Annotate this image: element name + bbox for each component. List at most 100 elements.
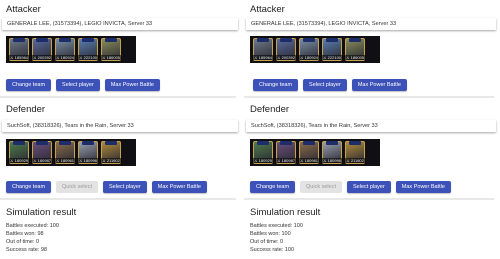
hero-level-badge xyxy=(326,141,338,145)
hero-level-badge xyxy=(36,141,48,145)
hero-power: ⚔ 180996 xyxy=(321,158,343,163)
attacker-team-strip: ⚔ 185964 ⚔ 200392 ⚔ 180924 ⚔ 222100 ⚔ 18… xyxy=(250,36,380,63)
attacker-button-row: Change team Select player Max Power Batt… xyxy=(253,79,407,91)
hero-level-badge xyxy=(257,141,269,145)
attacker-hero-1[interactable]: ⚔ 185964 xyxy=(8,38,30,61)
hero-power: ⚔ 180987 xyxy=(275,158,297,163)
defender-hero-2[interactable]: ⚔ 180987 xyxy=(275,141,297,164)
hero-power: ⚔ 222100 xyxy=(77,55,99,60)
change-team-button[interactable]: Change team xyxy=(253,79,299,91)
hero-level-badge xyxy=(105,141,117,145)
defender-button-row: Change team Quick select Select player M… xyxy=(6,181,207,193)
hero-level-badge xyxy=(13,38,25,42)
attacker-hero-3[interactable]: ⚔ 180924 xyxy=(298,38,320,61)
hero-level-badge xyxy=(303,38,315,42)
max-power-battle-button[interactable]: Max Power Battle xyxy=(151,181,207,193)
hero-level-badge xyxy=(326,38,338,42)
hero-power: ⚔ 222100 xyxy=(321,55,343,60)
defender-hero-2[interactable]: ⚔ 180987 xyxy=(31,141,53,164)
attacker-hero-2[interactable]: ⚔ 200392 xyxy=(31,38,53,61)
out-of-time: Out of time: 0 xyxy=(250,239,284,245)
attacker-title: Attacker xyxy=(6,4,41,15)
defender-title: Defender xyxy=(6,104,46,115)
battles-won: Battles won: 100 xyxy=(250,231,291,237)
select-player-button[interactable]: Select player xyxy=(347,181,391,193)
defender-team-strip: ⚔ 180929 ⚔ 180987 ⚔ 180961 ⚔ 180996 ⚔ 21… xyxy=(6,139,136,166)
hero-power: ⚔ 185964 xyxy=(8,55,30,60)
battles-won: Battles won: 98 xyxy=(6,231,44,237)
hero-level-badge xyxy=(82,38,94,42)
hero-power: ⚔ 186005 xyxy=(344,55,366,60)
attacker-hero-2[interactable]: ⚔ 200392 xyxy=(275,38,297,61)
attacker-info-bar: GENERALE LEE, (31573394), LEGIO INVICTA,… xyxy=(2,18,238,30)
hero-power: ⚔ 200392 xyxy=(31,55,53,60)
defender-hero-3[interactable]: ⚔ 180961 xyxy=(54,141,76,164)
attacker-team-strip: ⚔ 185964 ⚔ 200392 ⚔ 180924 ⚔ 222100 ⚔ 18… xyxy=(6,36,136,63)
defender-hero-1[interactable]: ⚔ 180929 xyxy=(8,141,30,164)
hero-power: ⚔ 180961 xyxy=(298,158,320,163)
defender-hero-4[interactable]: ⚔ 180996 xyxy=(77,141,99,164)
hero-power: ⚔ 180961 xyxy=(54,158,76,163)
section-divider xyxy=(244,96,494,98)
out-of-time: Out of time: 0 xyxy=(6,239,40,245)
hero-power: ⚔ 180929 xyxy=(252,158,274,163)
defender-hero-5[interactable]: ⚔ 211602 xyxy=(344,141,366,164)
defender-info-bar: SuchSoft, (38318326), Tears in the Rain,… xyxy=(246,120,496,132)
defender-button-row: Change team Quick select Select player M… xyxy=(250,181,451,193)
simulation-panel-right: Attacker GENERALE LEE, (31573394), LEGIO… xyxy=(244,0,500,259)
success-rate: Success rate: 98 xyxy=(6,247,47,253)
attacker-hero-4[interactable]: ⚔ 222100 xyxy=(77,38,99,61)
hero-level-badge xyxy=(105,38,117,42)
hero-level-badge xyxy=(280,38,292,42)
success-rate: Success rate: 100 xyxy=(250,247,295,253)
hero-level-badge xyxy=(349,38,361,42)
hero-power: ⚔ 186005 xyxy=(100,55,122,60)
hero-power: ⚔ 180996 xyxy=(77,158,99,163)
max-power-battle-button[interactable]: Max Power Battle xyxy=(395,181,451,193)
hero-power: ⚔ 180987 xyxy=(31,158,53,163)
hero-level-badge xyxy=(280,141,292,145)
attacker-hero-5[interactable]: ⚔ 186005 xyxy=(344,38,366,61)
quick-select-button[interactable]: Quick select xyxy=(56,181,98,193)
defender-title: Defender xyxy=(250,104,290,115)
max-power-battle-button[interactable]: Max Power Battle xyxy=(104,79,160,91)
select-player-button[interactable]: Select player xyxy=(56,79,100,91)
defender-hero-3[interactable]: ⚔ 180961 xyxy=(298,141,320,164)
battles-executed: Battles executed: 100 xyxy=(250,223,303,229)
simulation-result-title: Simulation result xyxy=(6,207,77,218)
hero-power: ⚔ 185964 xyxy=(252,55,274,60)
section-divider xyxy=(244,198,494,200)
battles-executed: Battles executed: 100 xyxy=(6,223,59,229)
select-player-button[interactable]: Select player xyxy=(103,181,147,193)
hero-power: ⚔ 200392 xyxy=(275,55,297,60)
defender-hero-1[interactable]: ⚔ 180929 xyxy=(252,141,274,164)
hero-level-badge xyxy=(303,141,315,145)
hero-level-badge xyxy=(349,141,361,145)
quick-select-button[interactable]: Quick select xyxy=(300,181,342,193)
hero-power: ⚔ 180929 xyxy=(8,158,30,163)
hero-level-badge xyxy=(82,141,94,145)
attacker-hero-4[interactable]: ⚔ 222100 xyxy=(321,38,343,61)
section-divider xyxy=(0,96,236,98)
max-power-battle-button[interactable]: Max Power Battle xyxy=(351,79,407,91)
simulation-result-title: Simulation result xyxy=(250,207,321,218)
hero-level-badge xyxy=(257,38,269,42)
section-divider xyxy=(0,198,236,200)
change-team-button[interactable]: Change team xyxy=(6,79,52,91)
hero-level-badge xyxy=(13,141,25,145)
attacker-title: Attacker xyxy=(250,4,285,15)
change-team-button[interactable]: Change team xyxy=(6,181,52,193)
attacker-info-bar: GENERALE LEE, (31573394), LEGIO INVICTA,… xyxy=(246,18,496,30)
attacker-button-row: Change team Select player Max Power Batt… xyxy=(6,79,160,91)
hero-power: ⚔ 211602 xyxy=(344,158,366,163)
attacker-hero-5[interactable]: ⚔ 186005 xyxy=(100,38,122,61)
hero-level-badge xyxy=(59,38,71,42)
select-player-button[interactable]: Select player xyxy=(303,79,347,91)
defender-hero-5[interactable]: ⚔ 211602 xyxy=(100,141,122,164)
change-team-button[interactable]: Change team xyxy=(250,181,296,193)
hero-level-badge xyxy=(59,141,71,145)
defender-hero-4[interactable]: ⚔ 180996 xyxy=(321,141,343,164)
attacker-hero-1[interactable]: ⚔ 185964 xyxy=(252,38,274,61)
attacker-hero-3[interactable]: ⚔ 180924 xyxy=(54,38,76,61)
defender-info-bar: SuchSoft, (38318326), Tears in the Rain,… xyxy=(2,120,238,132)
